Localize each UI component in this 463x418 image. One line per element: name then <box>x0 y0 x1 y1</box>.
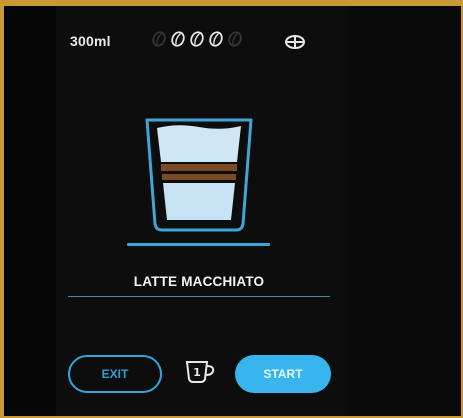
start-button[interactable]: START <box>235 355 331 393</box>
cup-icon: 1 <box>185 361 215 383</box>
coffee-bean-icon <box>169 30 187 48</box>
layered-glass-icon <box>137 114 261 239</box>
divider <box>68 296 330 297</box>
coffee-bean-icon <box>188 30 206 48</box>
exit-button[interactable]: EXIT <box>68 355 162 393</box>
strength-indicator[interactable] <box>150 30 244 48</box>
coffee-bean-icon <box>150 30 168 48</box>
volume-setting[interactable]: 300ml <box>70 33 111 49</box>
screen-edge <box>348 6 461 416</box>
temperature-icon[interactable] <box>284 34 306 55</box>
coffee-bean-icon <box>226 30 244 48</box>
cup-count-selector[interactable]: 1 <box>185 359 217 390</box>
drink-name: LATTE MACCHIATO <box>133 274 265 289</box>
cup-count: 1 <box>193 366 201 379</box>
cup-saucer-line <box>127 243 270 246</box>
coffee-bean-icon <box>207 30 225 48</box>
